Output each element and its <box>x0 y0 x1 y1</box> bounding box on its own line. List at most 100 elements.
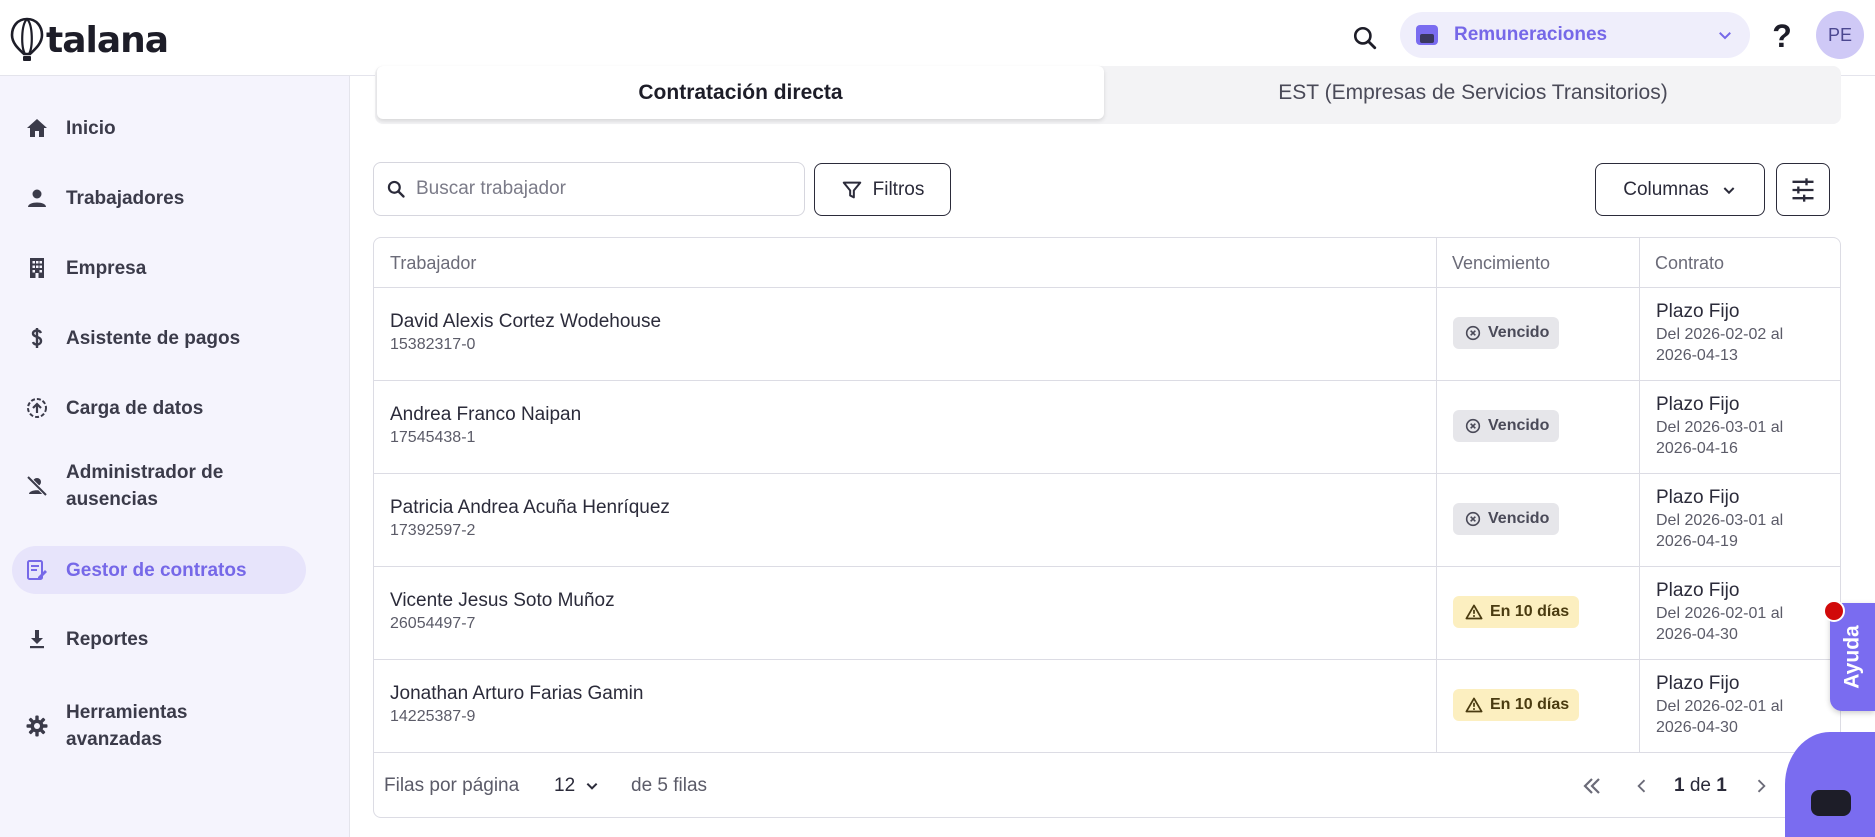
worker-cell: Jonathan Arturo Farias Gamin 14225387-9 <box>390 682 643 728</box>
rows-per-page-value: 12 <box>554 774 576 796</box>
worker-rut: 26054497-7 <box>390 615 476 632</box>
table-footer: Filas por página 12 de 5 filas 1 de 1 <box>374 754 1840 817</box>
columns-button[interactable]: Columnas <box>1595 163 1765 216</box>
contract-type: Plazo Fijo <box>1656 673 1740 694</box>
previous-page-button[interactable] <box>1624 768 1660 804</box>
worker-rut: 14225387-9 <box>390 708 476 725</box>
status-label: En 10 días <box>1490 696 1570 713</box>
contract-type: Plazo Fijo <box>1656 301 1740 322</box>
sidebar-item-label: Administrador de ausencias <box>66 462 224 510</box>
worker-search-input[interactable] <box>416 178 776 200</box>
tab-contratacion-directa[interactable]: Contratación directa <box>377 66 1104 119</box>
help-tab-label: Ayuda <box>1840 625 1864 689</box>
worker-name[interactable]: Jonathan Arturo Farias Gamin <box>390 682 643 706</box>
gear-icon <box>22 711 52 741</box>
sidebar-item-reportes[interactable]: Reportes <box>12 617 306 661</box>
table-row[interactable]: Andrea Franco Naipan 17545438-1 Vencido … <box>374 381 1840 474</box>
logo-text: talana <box>46 19 169 61</box>
worker-search-field[interactable] <box>373 162 805 216</box>
column-header-trabajador[interactable]: Trabajador <box>374 238 1436 288</box>
sidebar-item-label: Asistente de pagos <box>66 327 241 349</box>
sidebar-item-asistente-pagos[interactable]: Asistente de pagos <box>12 316 306 360</box>
search-icon <box>1353 26 1377 50</box>
filters-button[interactable]: Filtros <box>814 163 951 216</box>
contract-cell: Plazo Fijo Del 2026-02-02 al 2026-04-13 <box>1656 300 1816 366</box>
worker-name[interactable]: Vicente Jesus Soto Muñoz <box>390 589 615 613</box>
contract-cell: Plazo Fijo Del 2026-02-01 al 2026-04-30 <box>1656 579 1816 645</box>
worker-name[interactable]: Patricia Andrea Acuña Henríquez <box>390 496 670 520</box>
sidebar-item-label: Gestor de contratos <box>66 559 247 581</box>
worker-name[interactable]: Andrea Franco Naipan <box>390 403 581 427</box>
download-icon <box>22 624 52 654</box>
chat-icon <box>1811 790 1851 816</box>
worker-name[interactable]: David Alexis Cortez Wodehouse <box>390 310 661 334</box>
first-page-button[interactable] <box>1574 768 1610 804</box>
module-label: Remuneraciones <box>1454 24 1608 45</box>
status-label: Vencido <box>1488 510 1550 527</box>
sidebar-item-label: Reportes <box>66 628 149 650</box>
rows-per-page-select[interactable]: 12 <box>554 775 599 797</box>
sidebar-item-herramientas[interactable]: Herramientas avanzadas <box>12 696 306 756</box>
tab-est[interactable]: EST (Empresas de Servicios Transitorios) <box>1107 66 1839 119</box>
status-badge: Vencido <box>1453 410 1560 442</box>
help-button[interactable]: ? <box>1768 14 1796 58</box>
cancel-circle-icon <box>1465 325 1481 341</box>
table-row[interactable]: Jonathan Arturo Farias Gamin 14225387-9 … <box>374 660 1840 753</box>
contract-edit-icon <box>22 555 52 585</box>
dollar-icon <box>22 323 52 353</box>
column-header-vencimiento[interactable]: Vencimiento <box>1436 238 1639 288</box>
person-icon <box>22 183 52 213</box>
building-icon <box>22 253 52 283</box>
sidebar-item-gestor-contratos[interactable]: Gestor de contratos <box>12 546 306 594</box>
pagination-controls: 1 de 1 <box>1574 768 1793 804</box>
chat-widget-button[interactable] <box>1785 732 1875 837</box>
table-settings-button[interactable] <box>1776 163 1830 216</box>
table-header: Trabajador Vencimiento Contrato <box>374 238 1840 288</box>
filter-icon <box>842 181 861 198</box>
column-header-contrato[interactable]: Contrato <box>1639 238 1839 288</box>
worker-cell: Andrea Franco Naipan 17545438-1 <box>390 403 581 449</box>
worker-rut: 17392597-2 <box>390 522 476 539</box>
table-row[interactable]: Vicente Jesus Soto Muñoz 26054497-7 En 1… <box>374 567 1840 660</box>
sidebar-item-empresa[interactable]: Empresa <box>12 246 306 290</box>
contract-cell: Plazo Fijo Del 2026-02-01 al 2026-04-30 <box>1656 672 1816 738</box>
contract-dates: Del 2026-02-01 al 2026-04-30 <box>1656 698 1784 736</box>
next-page-button[interactable] <box>1743 768 1779 804</box>
home-icon <box>22 113 52 143</box>
contract-dates: Del 2026-02-02 al 2026-04-13 <box>1656 326 1784 364</box>
sidebar-item-label: Carga de datos <box>66 397 204 419</box>
current-page: 1 <box>1674 774 1685 796</box>
page-separator: de <box>1689 774 1711 796</box>
sidebar-item-carga-datos[interactable]: Carga de datos <box>12 386 306 430</box>
module-selector[interactable]: Remuneraciones <box>1400 12 1750 58</box>
contract-type: Plazo Fijo <box>1656 580 1740 601</box>
chevron-down-icon <box>1719 32 1731 40</box>
columns-label: Columnas <box>1623 178 1709 200</box>
sidebar-item-label: Inicio <box>66 117 116 139</box>
search-icon <box>387 180 405 198</box>
talana-logo[interactable]: talana <box>10 10 169 70</box>
worker-rut: 15382317-0 <box>390 336 476 353</box>
notification-dot <box>1823 600 1845 622</box>
main-content: Contratación directa EST (Empresas de Se… <box>351 66 1875 837</box>
chevron-left-icon <box>1637 779 1646 792</box>
upload-icon <box>22 393 52 423</box>
status-label: En 10 días <box>1490 603 1570 620</box>
global-search-button[interactable] <box>1345 18 1385 58</box>
person-off-icon <box>22 471 52 501</box>
contract-dates: Del 2026-03-01 al 2026-04-19 <box>1656 512 1784 550</box>
sidebar-item-trabajadores[interactable]: Trabajadores <box>12 176 306 220</box>
tune-icon <box>1792 177 1814 202</box>
sidebar-item-label: Empresa <box>66 257 147 279</box>
sidebar-item-ausencias[interactable]: Administrador de ausencias <box>12 456 306 516</box>
table-row[interactable]: David Alexis Cortez Wodehouse 15382317-0… <box>374 288 1840 381</box>
rows-per-page-label: Filas por página <box>384 774 520 796</box>
chevron-down-icon <box>585 779 599 793</box>
avatar[interactable]: PE <box>1816 11 1864 59</box>
contracts-table: Trabajador Vencimiento Contrato David Al… <box>373 237 1841 818</box>
table-row[interactable]: Patricia Andrea Acuña Henríquez 17392597… <box>374 474 1840 567</box>
sidebar-item-inicio[interactable]: Inicio <box>12 106 306 150</box>
sidebar-item-label: Herramientas avanzadas <box>66 702 188 750</box>
status-label: Vencido <box>1488 324 1550 341</box>
chevron-down-icon <box>1723 186 1735 194</box>
